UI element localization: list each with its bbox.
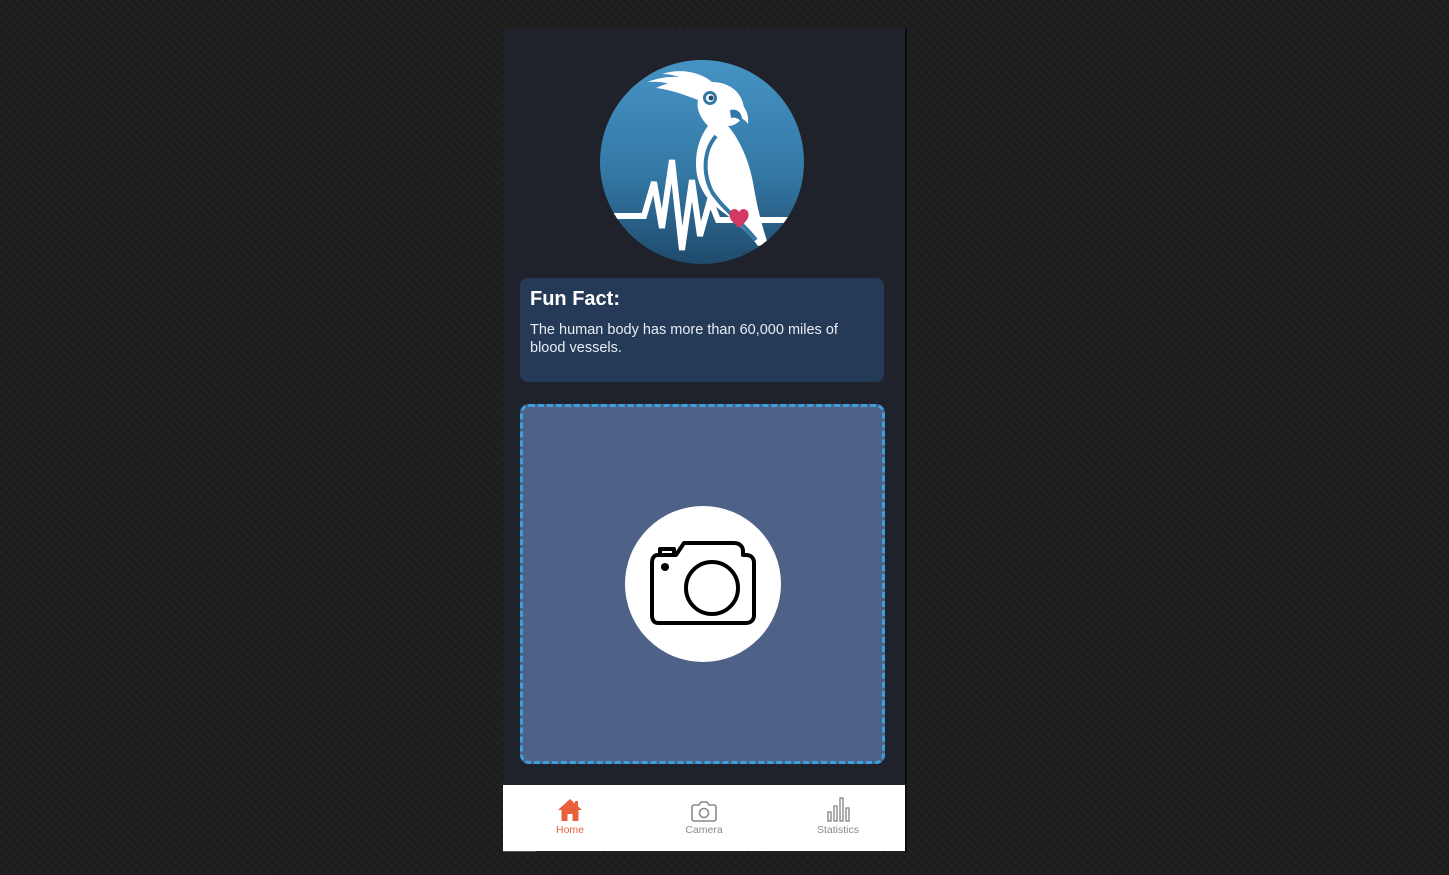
tab-statistics[interactable]: Statistics: [771, 785, 905, 851]
fun-fact-text: The human body has more than 60,000 mile…: [530, 322, 838, 356]
tab-camera-label: Camera: [685, 824, 723, 836]
scroll-indicator: [503, 851, 536, 852]
camera-icon: [691, 801, 717, 822]
tab-home-label: Home: [555, 824, 584, 836]
photo-upload-zone[interactable]: [520, 404, 885, 764]
home-icon: [558, 799, 582, 821]
take-photo-button[interactable]: [625, 506, 781, 662]
bar-chart-icon: [827, 797, 850, 822]
fun-fact-card: Fun Fact: The human body has more than 6…: [520, 278, 884, 382]
app-screen: Fun Fact: The human body has more than 6…: [503, 29, 907, 852]
tab-home[interactable]: Home: [503, 785, 637, 851]
fun-fact-title: Fun Fact:: [530, 288, 620, 310]
app-logo: [600, 60, 804, 264]
parrot-heartbeat-logo: [600, 60, 804, 264]
tab-camera[interactable]: Camera: [637, 785, 771, 851]
tab-statistics-label: Statistics: [816, 824, 859, 836]
bottom-tab-bar: Home Camera Statistics: [503, 785, 905, 851]
camera-icon: [650, 541, 756, 625]
